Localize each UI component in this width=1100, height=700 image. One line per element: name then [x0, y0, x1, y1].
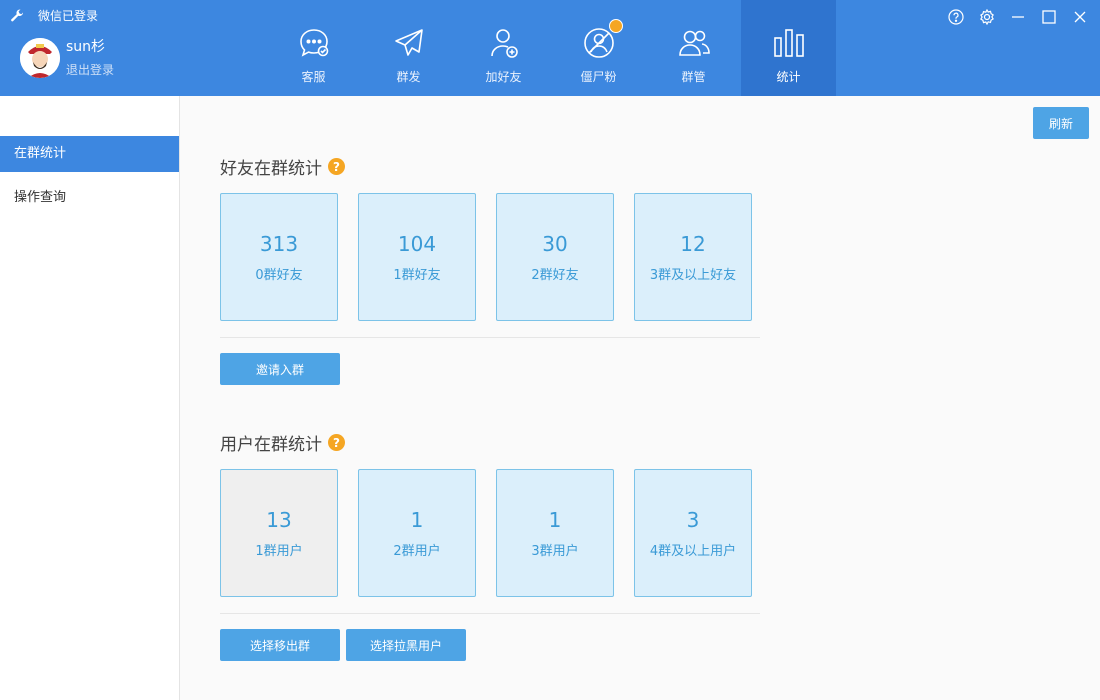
maximize-icon[interactable]: [1038, 6, 1059, 27]
stat-label: 4群及以上用户: [649, 544, 737, 559]
gear-icon[interactable]: [976, 6, 997, 27]
nav-mass-send[interactable]: 群发: [361, 0, 456, 96]
friends-section-title: 好友在群统计 ?: [220, 154, 345, 179]
group-users-icon: [677, 26, 711, 60]
stat-card[interactable]: 12 3群及以上好友: [634, 193, 752, 321]
stat-value: 12: [680, 232, 706, 256]
stat-value: 3: [686, 508, 700, 532]
friends-title-text: 好友在群统计: [220, 159, 322, 179]
main-content: 刷新 好友在群统计 ? 313 0群好友 104 1群好友 30 2群好友 12…: [180, 96, 1100, 700]
stat-label: 1群好友: [393, 268, 441, 283]
add-user-icon: [487, 26, 521, 60]
help-icon[interactable]: ?: [328, 434, 345, 451]
sidebar: 在群统计 操作查询: [0, 96, 180, 700]
nav-label: 统计: [776, 70, 801, 84]
stat-card[interactable]: 1 3群用户: [496, 469, 614, 597]
invite-to-group-button[interactable]: 邀请入群: [220, 353, 340, 385]
nav-label: 群管: [681, 70, 706, 84]
stat-card[interactable]: 1 2群用户: [358, 469, 476, 597]
stat-label: 0群好友: [255, 268, 303, 283]
remove-from-group-button[interactable]: 选择移出群: [220, 629, 340, 661]
users-title-text: 用户在群统计: [220, 435, 322, 455]
nav-label: 群发: [396, 70, 421, 84]
stat-card[interactable]: 13 1群用户: [220, 469, 338, 597]
nav-label: 加好友: [485, 70, 522, 84]
app-title: 微信已登录: [38, 9, 99, 23]
friends-stat-cards: 313 0群好友 104 1群好友 30 2群好友 12 3群及以上好友: [220, 193, 752, 321]
app-header: 微信已登录 sun杉 退出登录 客服 群发 加好友 僵尸粉 群管 统计: [0, 0, 1100, 96]
stat-label: 2群好友: [531, 268, 579, 283]
stat-value: 30: [542, 232, 568, 256]
stat-label: 2群用户: [393, 544, 441, 559]
nav-statistics[interactable]: 统计: [741, 0, 836, 96]
refresh-button[interactable]: 刷新: [1033, 107, 1089, 139]
nav-label: 客服: [301, 70, 326, 84]
stat-card[interactable]: 104 1群好友: [358, 193, 476, 321]
stat-value: 313: [259, 232, 299, 256]
stat-value: 1: [410, 508, 424, 532]
stat-value: 104: [397, 232, 437, 256]
user-panel: sun杉 退出登录: [20, 38, 114, 78]
stat-label: 3群用户: [531, 544, 579, 559]
nav-add-friend[interactable]: 加好友: [456, 0, 551, 96]
stat-label: 1群用户: [255, 544, 303, 559]
user-name: sun杉: [66, 39, 106, 55]
paper-plane-icon: [392, 26, 426, 60]
avatar[interactable]: [20, 38, 60, 78]
blacklist-user-button[interactable]: 选择拉黑用户: [346, 629, 466, 661]
close-icon[interactable]: [1069, 6, 1090, 27]
stat-value: 1: [548, 508, 562, 532]
stat-value: 13: [266, 508, 292, 532]
stat-card[interactable]: 313 0群好友: [220, 193, 338, 321]
users-actions: 选择移出群 选择拉黑用户: [220, 629, 466, 661]
stat-label: 3群及以上好友: [649, 268, 737, 283]
zombie-user-icon: [582, 19, 623, 60]
friends-actions: 邀请入群: [220, 353, 340, 385]
notification-badge: [608, 19, 623, 33]
stat-card[interactable]: 3 4群及以上用户: [634, 469, 752, 597]
minimize-icon[interactable]: [1007, 6, 1028, 27]
nav-group-manage[interactable]: 群管: [646, 0, 741, 96]
divider: [220, 613, 760, 614]
app-title-bar: 微信已登录: [10, 7, 98, 24]
nav-customer-service[interactable]: 客服: [266, 0, 361, 96]
stat-card[interactable]: 30 2群好友: [496, 193, 614, 321]
users-stat-cards: 13 1群用户 1 2群用户 1 3群用户 3 4群及以上用户: [220, 469, 752, 597]
bar-chart-icon: [772, 26, 806, 60]
wrench-icon: [10, 8, 24, 23]
main-nav: 客服 群发 加好友 僵尸粉 群管 统计: [266, 0, 836, 96]
window-controls: [945, 6, 1090, 27]
help-circle-icon[interactable]: [945, 6, 966, 27]
divider: [220, 337, 760, 338]
users-section-title: 用户在群统计 ?: [220, 430, 345, 455]
sidebar-item-group-stats[interactable]: 在群统计: [0, 136, 179, 172]
nav-label: 僵尸粉: [580, 70, 617, 84]
nav-zombie-fans[interactable]: 僵尸粉: [551, 0, 646, 96]
help-icon[interactable]: ?: [328, 158, 345, 175]
sidebar-item-operation-query[interactable]: 操作查询: [0, 180, 179, 216]
logout-link[interactable]: 退出登录: [66, 62, 114, 78]
chat-bubble-icon: [297, 26, 331, 60]
